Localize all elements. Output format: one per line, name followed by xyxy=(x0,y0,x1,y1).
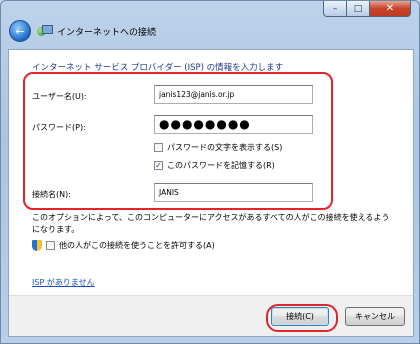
connect-button[interactable]: 接続(C) xyxy=(271,307,329,326)
show-password-label: パスワードの文字を表示する(S) xyxy=(167,143,283,152)
remember-password-checkbox[interactable]: ✓ xyxy=(154,161,163,170)
connection-name-input[interactable]: JANIS xyxy=(154,183,313,202)
connection-name-label: 接続名(N): xyxy=(32,190,71,199)
page-heading: インターネット サービス プロバイダー (ISP) の情報を入力します xyxy=(32,63,284,73)
window-title: インターネットへの接続 xyxy=(57,27,157,38)
sharing-note: このオプションによって、このコンピューターにアクセスがあるすべての人がこの接続を… xyxy=(32,213,390,234)
username-input[interactable]: janis123@janis.or.jp xyxy=(154,85,313,104)
uac-shield-icon xyxy=(32,240,42,251)
dialog-window: – □ ✕ ← インターネットへの接続 インターネット サービス プロバイダー … xyxy=(0,0,420,344)
dialog-content: インターネット サービス プロバイダー (ISP) の情報を入力します ユーザー… xyxy=(8,49,414,337)
allow-others-checkbox-row[interactable]: 他の人がこの接続を使うことを許可する(A) xyxy=(32,240,215,251)
username-label: ユーザー名(U): xyxy=(32,92,87,101)
remember-password-checkbox-row[interactable]: ✓ このパスワードを記憶する(R) xyxy=(154,160,275,171)
password-label: パスワード(P): xyxy=(32,123,86,132)
back-arrow-icon[interactable]: ← xyxy=(9,20,31,42)
password-input[interactable]: ●●●●●●●● xyxy=(154,115,313,134)
close-button[interactable]: ✕ xyxy=(370,1,411,17)
network-globe-icon xyxy=(37,25,53,37)
title-bar: ← インターネットへの接続 xyxy=(9,19,156,43)
show-password-checkbox-row[interactable]: パスワードの文字を表示する(S) xyxy=(154,142,282,153)
allow-others-checkbox[interactable] xyxy=(46,241,55,250)
cancel-button[interactable]: キャンセル xyxy=(345,307,405,326)
allow-others-label: 他の人がこの接続を使うことを許可する(A) xyxy=(59,241,215,250)
show-password-checkbox[interactable] xyxy=(154,143,163,152)
minimize-button[interactable]: – xyxy=(323,1,347,17)
dialog-footer: 接続(C) キャンセル xyxy=(9,295,413,336)
remember-password-label: このパスワードを記憶する(R) xyxy=(167,161,275,170)
maximize-button[interactable]: □ xyxy=(347,1,370,17)
window-controls: – □ ✕ xyxy=(323,1,411,17)
no-isp-link[interactable]: ISP がありません xyxy=(32,277,95,288)
